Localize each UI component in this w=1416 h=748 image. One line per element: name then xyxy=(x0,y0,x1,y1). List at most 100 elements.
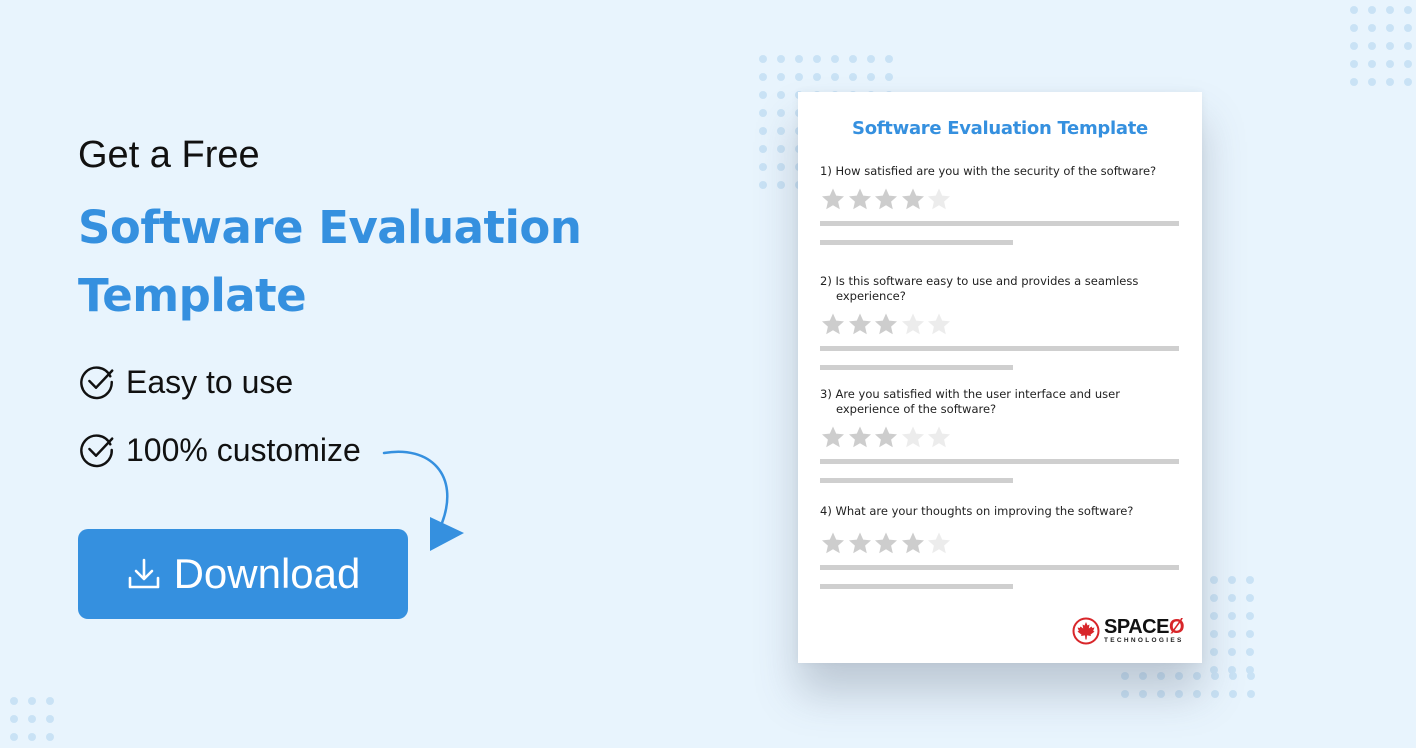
dot xyxy=(1350,60,1358,68)
star-filled-icon xyxy=(848,188,871,210)
dot xyxy=(1211,690,1219,698)
answer-line-placeholder xyxy=(820,240,1013,245)
dot xyxy=(1404,6,1412,14)
star-empty-icon xyxy=(928,426,950,448)
dot xyxy=(1210,630,1218,638)
dot xyxy=(46,697,54,705)
star-rating xyxy=(820,187,1180,211)
dot xyxy=(1157,690,1165,698)
answer-line-placeholder xyxy=(820,459,1179,464)
decorative-dot-grid xyxy=(1210,576,1254,674)
dot xyxy=(759,181,767,189)
dot xyxy=(1350,42,1358,50)
dot xyxy=(1246,612,1254,620)
dot xyxy=(777,55,785,63)
dot xyxy=(777,145,785,153)
star-filled-icon xyxy=(875,426,897,448)
dot xyxy=(759,109,767,117)
dot xyxy=(1139,672,1147,680)
dot xyxy=(10,697,18,705)
feature-label: 100% customize xyxy=(126,431,361,468)
dot xyxy=(1368,6,1376,14)
check-circle-icon xyxy=(80,434,114,468)
dot xyxy=(885,55,893,63)
dot xyxy=(759,145,767,153)
hero-heading: Get a Free Software Evaluation Template xyxy=(78,132,582,330)
dot xyxy=(1404,78,1412,86)
dot xyxy=(1228,612,1236,620)
answer-line-placeholder xyxy=(820,584,1013,589)
answer-line-placeholder xyxy=(820,565,1179,570)
dot xyxy=(759,91,767,99)
dot xyxy=(759,73,767,81)
dot xyxy=(1350,78,1358,86)
dot xyxy=(849,73,857,81)
dot xyxy=(1368,60,1376,68)
star-filled-icon xyxy=(848,313,871,335)
check-circle-icon xyxy=(80,366,114,400)
dot xyxy=(1229,672,1237,680)
feature-item: 100% customize xyxy=(78,428,361,472)
feature-label: Easy to use xyxy=(126,363,294,400)
star-empty-icon xyxy=(928,532,950,554)
dot xyxy=(1247,672,1255,680)
dot xyxy=(1247,690,1255,698)
question-item: 4) What are your thoughts on improving t… xyxy=(820,504,1180,589)
dot xyxy=(1211,672,1219,680)
dot xyxy=(1139,690,1147,698)
download-icon xyxy=(128,558,159,589)
star-filled-icon xyxy=(875,313,897,335)
star-filled-icon xyxy=(822,188,844,210)
dot xyxy=(1228,630,1236,638)
dot xyxy=(1350,6,1358,14)
answer-line-placeholder xyxy=(820,346,1179,351)
dot xyxy=(1175,690,1183,698)
question-text: 1) How satisfied are you with the securi… xyxy=(820,164,1157,178)
logo-subtitle: TECHNOLOGIES xyxy=(1104,637,1184,645)
star-filled-icon xyxy=(822,532,844,554)
dot xyxy=(1175,672,1183,680)
template-preview-document: Software Evaluation Template 1) How sati… xyxy=(798,92,1202,663)
star-filled-icon xyxy=(875,532,897,554)
logo-wordmark: SPACEØ xyxy=(1104,617,1184,637)
company-logo: SPACEØ TECHNOLOGIES xyxy=(1072,617,1185,645)
dot xyxy=(1210,594,1218,602)
maple-leaf-icon xyxy=(1072,617,1100,645)
dot xyxy=(1368,78,1376,86)
dot xyxy=(777,127,785,135)
dot xyxy=(46,733,54,741)
dot xyxy=(28,697,36,705)
dot xyxy=(777,109,785,117)
dot xyxy=(1246,594,1254,602)
answer-line-placeholder xyxy=(820,221,1179,226)
dot xyxy=(777,163,785,171)
dot xyxy=(795,55,803,63)
hero-headline-line1: Software Evaluation xyxy=(78,201,582,254)
dot xyxy=(46,715,54,723)
dot xyxy=(1246,630,1254,638)
download-button[interactable]: Download xyxy=(78,529,408,619)
dot xyxy=(1246,648,1254,656)
dot xyxy=(1368,24,1376,32)
document-title: Software Evaluation Template xyxy=(852,118,1148,139)
question-item: 2) Is this software easy to use and prov… xyxy=(820,274,1180,370)
dot xyxy=(813,73,821,81)
dot xyxy=(1246,576,1254,584)
dot xyxy=(1386,42,1394,50)
logo-wordmark-suffix: Ø xyxy=(1168,616,1185,639)
dot xyxy=(10,715,18,723)
dot xyxy=(28,715,36,723)
dot xyxy=(777,181,785,189)
dot xyxy=(813,55,821,63)
dot xyxy=(849,55,857,63)
dot xyxy=(1121,690,1129,698)
dot xyxy=(867,73,875,81)
answer-line-placeholder xyxy=(820,365,1013,370)
question-item: 3) Are you satisfied with the user inter… xyxy=(820,387,1180,483)
dot xyxy=(1386,60,1394,68)
dot xyxy=(1386,6,1394,14)
dot xyxy=(1210,576,1218,584)
dot xyxy=(1228,594,1236,602)
dot xyxy=(1404,60,1412,68)
dot xyxy=(831,55,839,63)
